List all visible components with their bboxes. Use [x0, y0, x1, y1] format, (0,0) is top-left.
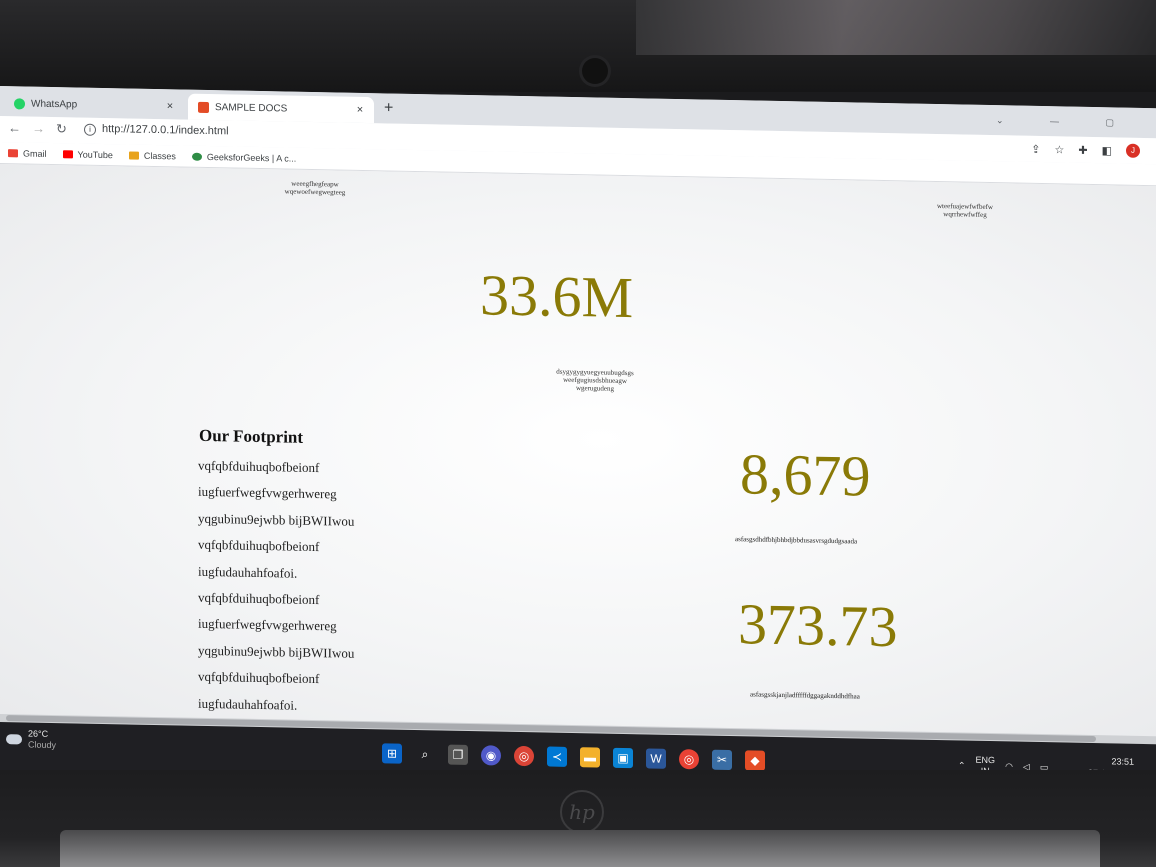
list-item: vqfqbfduihuqbofbeionf — [198, 537, 320, 555]
share-icon[interactable]: ⇪ — [1031, 142, 1040, 155]
youtube-icon — [62, 149, 73, 158]
whatsapp-icon — [14, 97, 25, 109]
app-icon[interactable]: ◆ — [745, 750, 765, 771]
bookmark-geeksforgeeks[interactable]: GeeksforGeeks | A c... — [191, 151, 296, 163]
gfg-icon — [191, 152, 202, 161]
footprint-heading: Our Footprint — [199, 425, 304, 447]
stat-3-value: 373.73 — [738, 591, 898, 660]
weather-condition: Cloudy — [28, 739, 57, 751]
tab-sample-docs[interactable]: SAMPLE DOCS × — [188, 93, 374, 124]
laptop-bezel-top — [0, 0, 1156, 92]
bookmark-star-icon[interactable]: ☆ — [1055, 143, 1065, 156]
toolbar-icons: ⇪ ☆ ✚ ◧ J — [1031, 136, 1140, 164]
list-item: iugfuerfwegfvwgerhwereg — [198, 616, 337, 634]
bookmark-gmail[interactable]: Gmail — [8, 148, 47, 158]
web-page: weeegfhegfeapw wqewoefwegwegteeg wteefuaj… — [0, 164, 1156, 737]
tab-label: WhatsApp — [31, 98, 78, 110]
gmail-icon — [8, 148, 18, 157]
bookmark-youtube[interactable]: YouTube — [62, 149, 113, 160]
reload-icon[interactable]: ↻ — [56, 121, 67, 137]
cloud-icon — [6, 734, 22, 745]
url-bar[interactable]: i http://127.0.0.1/index.html — [84, 123, 229, 139]
list-item: yqgubinu9ejwbb bijBWIIwou — [198, 642, 355, 661]
store-icon[interactable]: ▣ — [613, 747, 633, 769]
extensions-icon[interactable]: ✚ — [1078, 143, 1087, 156]
chrome-alt-icon[interactable]: ◎ — [679, 749, 699, 770]
list-item: yqgubinu9ejwbb bijBWIIwou — [198, 510, 355, 529]
weather-widget[interactable]: 26°C Cloudy — [6, 728, 56, 751]
hp-logo: hp — [560, 790, 604, 834]
webcam — [582, 58, 608, 84]
stat-2-description: asfasgsdhdfbhjbhbdjbbdusasvrsgdudgsaada — [735, 535, 858, 546]
url-text: http://127.0.0.1/index.html — [102, 122, 229, 138]
close-icon[interactable]: × — [162, 100, 178, 112]
sidepanel-icon[interactable]: ◧ — [1102, 144, 1112, 157]
stat-2-value: 8,679 — [740, 441, 871, 509]
list-item: vqfqbfduihuqbofbeionf — [198, 589, 320, 608]
weather-temp: 26°C — [28, 728, 49, 739]
snipping-tool-icon[interactable]: ✂ — [712, 749, 732, 771]
stat-3-description: asfasgsskjanjladfffffdggagaknddhdfhaa — [750, 690, 860, 701]
taskbar-apps: ⊞ ⌕ ❐ ◉ ◎ ≺ ▬ ▣ W ◎ ✂ ◆ — [382, 743, 765, 771]
tab-label: SAMPLE DOCS — [215, 101, 288, 115]
screen: WhatsApp × SAMPLE DOCS × + ⌄ — ▢ ← → ↻ i… — [0, 86, 1156, 799]
list-item: iugfuerfwegfvwgerhwereg — [198, 484, 337, 502]
list-item: vqfqbfduihuqbofbeionf — [198, 669, 320, 687]
profile-avatar[interactable]: J — [1126, 143, 1140, 158]
file-explorer-icon[interactable]: ▬ — [580, 747, 600, 768]
back-icon[interactable]: ← — [8, 120, 21, 135]
new-tab-button[interactable]: + — [384, 99, 393, 117]
teams-icon[interactable]: ◉ — [481, 745, 501, 766]
close-icon[interactable]: × — [352, 104, 368, 116]
bookmark-classes[interactable]: Classes — [128, 150, 176, 161]
window-controls[interactable]: ⌄ — ▢ — [996, 115, 1136, 129]
word-icon[interactable]: W — [646, 748, 666, 769]
classroom-icon — [128, 150, 139, 160]
laptop-hinge — [60, 830, 1100, 867]
html-file-icon — [198, 101, 209, 113]
search-icon[interactable]: ⌕ — [415, 744, 435, 764]
list-item: vqfqbfduihuqbofbeionf — [198, 457, 320, 476]
stat-main-value: 33.6M — [480, 262, 634, 331]
vscode-icon[interactable]: ≺ — [547, 746, 567, 767]
footprint-list: vqfqbfduihuqbofbeionf iugfuerfwegfvwgerh… — [198, 453, 354, 720]
top-right-text: wteefuajewfwfbefw wqrrhewfwffeg — [937, 201, 993, 219]
tab-whatsapp[interactable]: WhatsApp × — [4, 90, 184, 119]
list-item: iugfudauhahfoafoi. — [198, 695, 298, 713]
forward-icon[interactable]: → — [32, 121, 45, 136]
stat-main-description: dsygygygyuegyeuubugdsgs weefgugiusdsbhuea… — [556, 367, 634, 393]
chrome-icon[interactable]: ◎ — [514, 745, 534, 767]
task-view-icon[interactable]: ❐ — [448, 744, 468, 765]
windows-start-icon[interactable]: ⊞ — [382, 743, 402, 764]
list-item: iugfudauhahfoafoi. — [198, 563, 298, 581]
top-left-text: weeegfhegfeapw wqewoefwegwegteeg — [284, 179, 346, 197]
info-icon[interactable]: i — [84, 123, 96, 136]
